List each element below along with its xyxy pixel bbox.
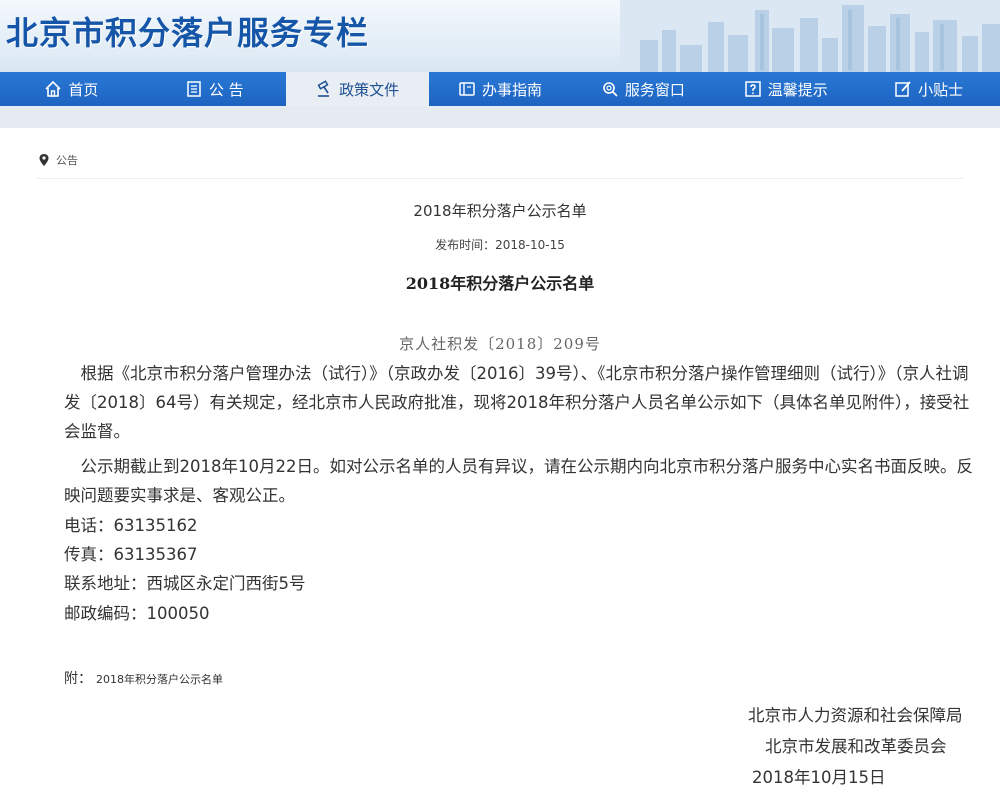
nav-item-guide[interactable]: 办事指南 xyxy=(429,72,572,106)
nav-label: 首页 xyxy=(68,80,99,99)
signature-ndrc: 北京市发展和改革委员会 xyxy=(765,737,947,756)
contact-postcode: 邮政编码：100050 xyxy=(64,604,210,623)
nav-item-notice[interactable]: 公 告 xyxy=(143,72,286,106)
divider xyxy=(36,178,964,179)
nav-item-service-window[interactable]: 服务窗口 xyxy=(571,72,714,106)
nav-label: 服务窗口 xyxy=(624,80,685,99)
edit-icon xyxy=(894,80,912,98)
attachment-link[interactable]: 2018年积分落户公示名单 xyxy=(96,671,223,687)
contact-address: 联系地址：西城区永定门西街5号 xyxy=(64,574,306,593)
signature-hrss-bureau: 北京市人力资源和社会保障局 xyxy=(748,706,963,725)
header-banner: 北京市积分落户服务专栏 xyxy=(0,0,1000,72)
nav-label: 小贴士 xyxy=(918,80,964,99)
contact-fax: 传真：63135367 xyxy=(64,545,198,564)
nav-shadow-band xyxy=(0,106,1000,128)
nav-label: 政策文件 xyxy=(339,80,400,99)
main-nav: 首页 公 告 政策文件 办事指南 服务窗口 温馨提示 小贴士 xyxy=(0,72,1000,106)
attachment: 附： 2018年积分落户公示名单 xyxy=(64,668,223,688)
nav-item-hints[interactable]: 小贴士 xyxy=(857,72,1000,106)
document-number: 京人社积发〔2018〕209号 xyxy=(399,335,601,353)
nav-item-tips[interactable]: 温馨提示 xyxy=(714,72,857,106)
breadcrumb: 公告 xyxy=(38,152,78,168)
book-icon xyxy=(458,80,476,98)
nav-item-policy[interactable]: 政策文件 xyxy=(285,72,429,106)
paragraph-2: 公示期截止到2018年10月22日。如对公示名单的人员有异议，请在公示期内向北京… xyxy=(64,457,973,505)
gavel-icon xyxy=(315,80,333,98)
home-icon xyxy=(44,80,62,98)
nav-label: 公 告 xyxy=(208,80,244,99)
contact-phone: 电话：63135162 xyxy=(64,516,198,535)
notice-icon xyxy=(185,80,203,98)
attachment-prefix: 附： xyxy=(64,671,92,687)
question-icon xyxy=(744,80,762,98)
breadcrumb-link-notice[interactable]: 公告 xyxy=(56,152,78,168)
publish-date: 发布时间：2018-10-15 xyxy=(435,238,565,252)
site-title: 北京市积分落户服务专栏 xyxy=(6,14,370,52)
paragraph-1: 根据《北京市积分落户管理办法（试行）》（京政办发〔2016〕39号）、《北京市积… xyxy=(64,364,970,441)
article-heading: 2018年积分落户公示名单 xyxy=(405,274,595,293)
nav-item-home[interactable]: 首页 xyxy=(0,72,143,106)
search-icon xyxy=(601,80,619,98)
nav-label: 温馨提示 xyxy=(767,80,828,99)
article-title: 2018年积分落户公示名单 xyxy=(413,202,587,220)
signature-date: 2018年10月15日 xyxy=(752,768,886,787)
location-pin-icon xyxy=(39,154,49,166)
city-skyline-image xyxy=(620,0,1000,72)
nav-label: 办事指南 xyxy=(482,80,543,99)
